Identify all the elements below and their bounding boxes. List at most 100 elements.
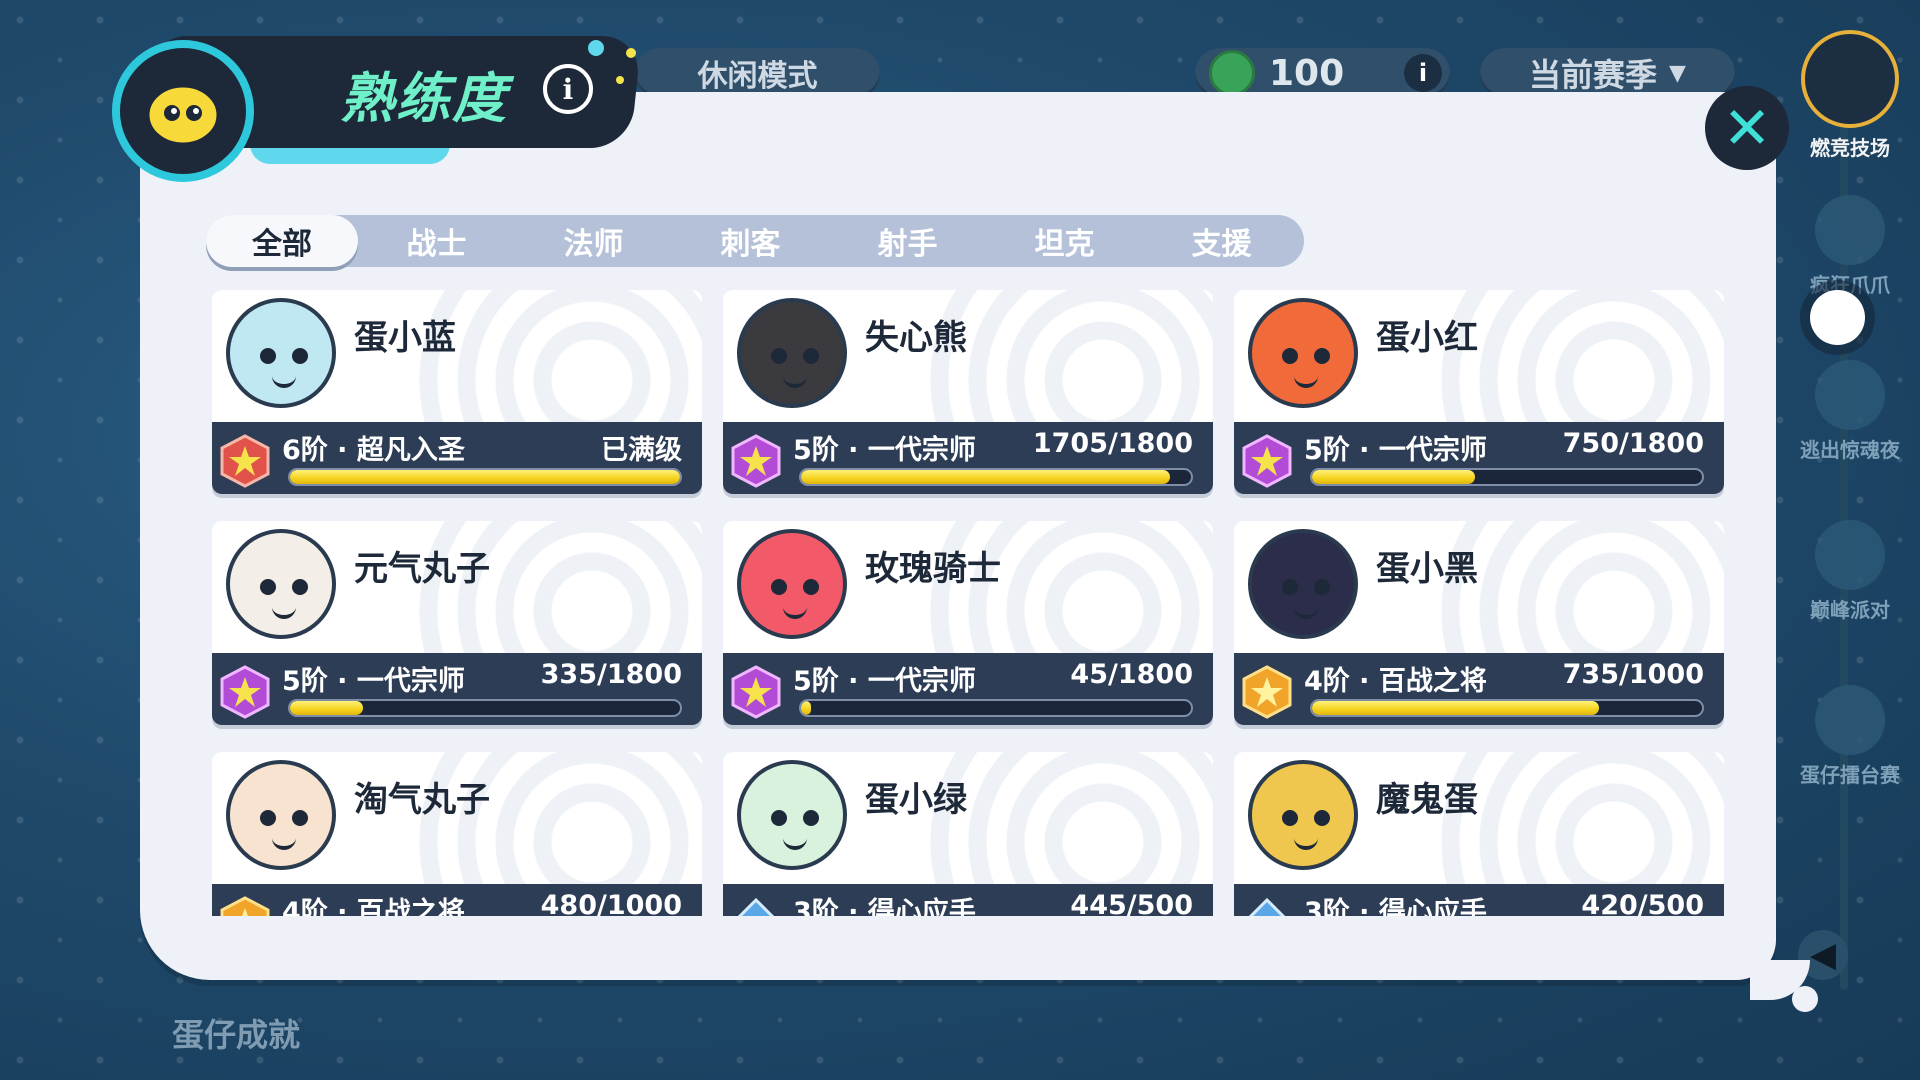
hero-card[interactable]: 玫瑰骑士 5阶 · 一代宗师 45/1800: [723, 521, 1213, 725]
tab-warrior[interactable]: 战士: [358, 215, 515, 267]
avatar-eye: [1314, 348, 1330, 364]
rank-label: 4阶 · 百战之将: [1304, 666, 1487, 697]
info-icon[interactable]: i: [543, 64, 593, 114]
card-footer: 4阶 · 百战之将 735/1000: [1234, 653, 1724, 725]
hero-card[interactable]: 蛋小蓝 6阶 · 超凡入圣 已满级: [212, 290, 702, 494]
progress-bar: [799, 699, 1193, 717]
purple-star-badge-icon: [1240, 434, 1294, 488]
hero-name: 玫瑰骑士: [865, 549, 1001, 589]
tab-support[interactable]: 支援: [1143, 215, 1300, 267]
hero-name: 蛋小蓝: [354, 318, 456, 358]
sidebar-item-peak-party[interactable]: 巅峰派对: [1780, 520, 1920, 623]
hero-avatar: [226, 298, 336, 408]
currency-info-icon[interactable]: i: [1404, 54, 1442, 92]
gold-star-badge-icon: [1240, 665, 1294, 719]
sparkle-decoration: [588, 40, 604, 56]
role-tabs: 全部 战士 法师 刺客 射手 坦克 支援: [206, 215, 1304, 267]
progress-label: 735/1000: [1562, 659, 1704, 690]
season-dropdown[interactable]: 当前赛季 ▼: [1480, 48, 1735, 98]
achievements-label[interactable]: 蛋仔成就: [172, 1010, 300, 1056]
hero-name: 蛋小绿: [865, 780, 967, 820]
progress-label: 1705/1800: [1032, 428, 1193, 459]
tab-marksman[interactable]: 射手: [829, 215, 986, 267]
egg-logo-icon: [112, 40, 254, 182]
card-footer: 6阶 · 超凡入圣 已满级: [212, 422, 702, 494]
season-label: 当前赛季: [1529, 56, 1658, 94]
ring-icon: [1815, 685, 1885, 755]
card-footer: 5阶 · 一代宗师 335/1800: [212, 653, 702, 725]
clover-icon: [1801, 30, 1899, 128]
hero-avatar: [226, 529, 336, 639]
tab-label: 射手: [877, 227, 938, 262]
avatar-eye: [1282, 579, 1298, 595]
sidebar-item-arena-match[interactable]: 蛋仔擂台赛: [1780, 685, 1920, 788]
avatar-eye: [292, 348, 308, 364]
rank-label: 6阶 · 超凡入圣: [282, 435, 465, 466]
hero-avatar: [1248, 760, 1358, 870]
hero-name: 蛋小黑: [1376, 549, 1478, 589]
hero-avatar: [737, 760, 847, 870]
avatar-mouth: [272, 374, 296, 388]
blue-diamond-badge-icon: [729, 896, 783, 916]
tab-label: 全部: [252, 227, 312, 262]
card-footer: 4阶 · 百战之将 480/1000: [212, 884, 702, 916]
hero-card[interactable]: 魔鬼蛋 3阶 · 得心应手 420/500: [1234, 752, 1724, 916]
progress-label: 已满级: [601, 435, 682, 466]
hero-name: 魔鬼蛋: [1376, 780, 1478, 820]
close-icon: ✕: [1722, 94, 1772, 162]
rank-label: 5阶 · 一代宗师: [282, 666, 465, 697]
sidebar-item-arena[interactable]: 燃竞技场: [1780, 30, 1920, 161]
hero-card[interactable]: 蛋小黑 4阶 · 百战之将 735/1000: [1234, 521, 1724, 725]
sidebar-item-label: 蛋仔擂台赛: [1800, 763, 1900, 787]
card-footer: 3阶 · 得心应手 445/500: [723, 884, 1213, 916]
currency-value: 100: [1269, 52, 1345, 94]
progress-bar: [799, 468, 1193, 486]
tab-assassin[interactable]: 刺客: [672, 215, 829, 267]
hero-avatar: [226, 760, 336, 870]
hero-name: 淘气丸子: [354, 780, 490, 820]
hero-card[interactable]: 失心熊 5阶 · 一代宗师 1705/1800: [723, 290, 1213, 494]
progress-bar-fill: [801, 470, 1171, 484]
avatar-eye: [771, 579, 787, 595]
sparkle-decoration: [626, 48, 636, 58]
avatar-mouth: [783, 374, 807, 388]
purple-star-badge-icon: [218, 665, 272, 719]
progress-label: 420/500: [1581, 890, 1704, 916]
hero-card[interactable]: 蛋小红 5阶 · 一代宗师 750/1800: [1234, 290, 1724, 494]
avatar-eye: [803, 579, 819, 595]
tab-label: 支援: [1191, 227, 1252, 262]
close-button[interactable]: ✕: [1705, 86, 1789, 170]
progress-bar-fill: [290, 470, 680, 484]
tab-tank[interactable]: 坦克: [986, 215, 1143, 267]
progress-bar-fill: [290, 701, 363, 715]
tab-mage[interactable]: 法师: [515, 215, 672, 267]
hat-icon: [1815, 520, 1885, 590]
progress-bar-fill: [801, 701, 811, 715]
avatar-mouth: [783, 605, 807, 619]
hero-grid: 蛋小蓝 6阶 · 超凡入圣 已满级 失心熊 5阶 · 一代宗师 1705/1800 蛋小…: [206, 286, 1726, 916]
avatar-mouth: [272, 605, 296, 619]
scroll-handle[interactable]: [1810, 290, 1865, 345]
coin-icon: [1209, 50, 1255, 96]
tab-all[interactable]: 全部: [206, 215, 358, 267]
avatar-eye: [771, 810, 787, 826]
blue-diamond-badge-icon: [1240, 896, 1294, 916]
mode-selector[interactable]: 休闲模式: [635, 48, 880, 98]
hero-card[interactable]: 蛋小绿 3阶 · 得心应手 445/500: [723, 752, 1213, 916]
avatar-mouth: [783, 836, 807, 850]
avatar-mouth: [1294, 605, 1318, 619]
hero-card[interactable]: 淘气丸子 4阶 · 百战之将 480/1000: [212, 752, 702, 916]
hero-avatar: [1248, 529, 1358, 639]
rank-label: 3阶 · 得心应手: [793, 897, 976, 916]
hero-card[interactable]: 元气丸子 5阶 · 一代宗师 335/1800: [212, 521, 702, 725]
progress-bar: [1310, 699, 1704, 717]
avatar-mouth: [1294, 374, 1318, 388]
card-footer: 5阶 · 一代宗师 750/1800: [1234, 422, 1724, 494]
rank-label: 5阶 · 一代宗师: [1304, 435, 1487, 466]
mode-sidebar: 燃竞技场 疯狂爪爪 逃出惊魂夜 巅峰派对 蛋仔擂台赛: [1780, 30, 1920, 1030]
avatar-eye: [292, 579, 308, 595]
panel-bubble: [1792, 986, 1818, 1012]
sidebar-item-escape-night[interactable]: 逃出惊魂夜: [1780, 360, 1920, 463]
sidebar-item-crazy-claw[interactable]: 疯狂爪爪: [1780, 195, 1920, 298]
progress-label: 335/1800: [540, 659, 682, 690]
